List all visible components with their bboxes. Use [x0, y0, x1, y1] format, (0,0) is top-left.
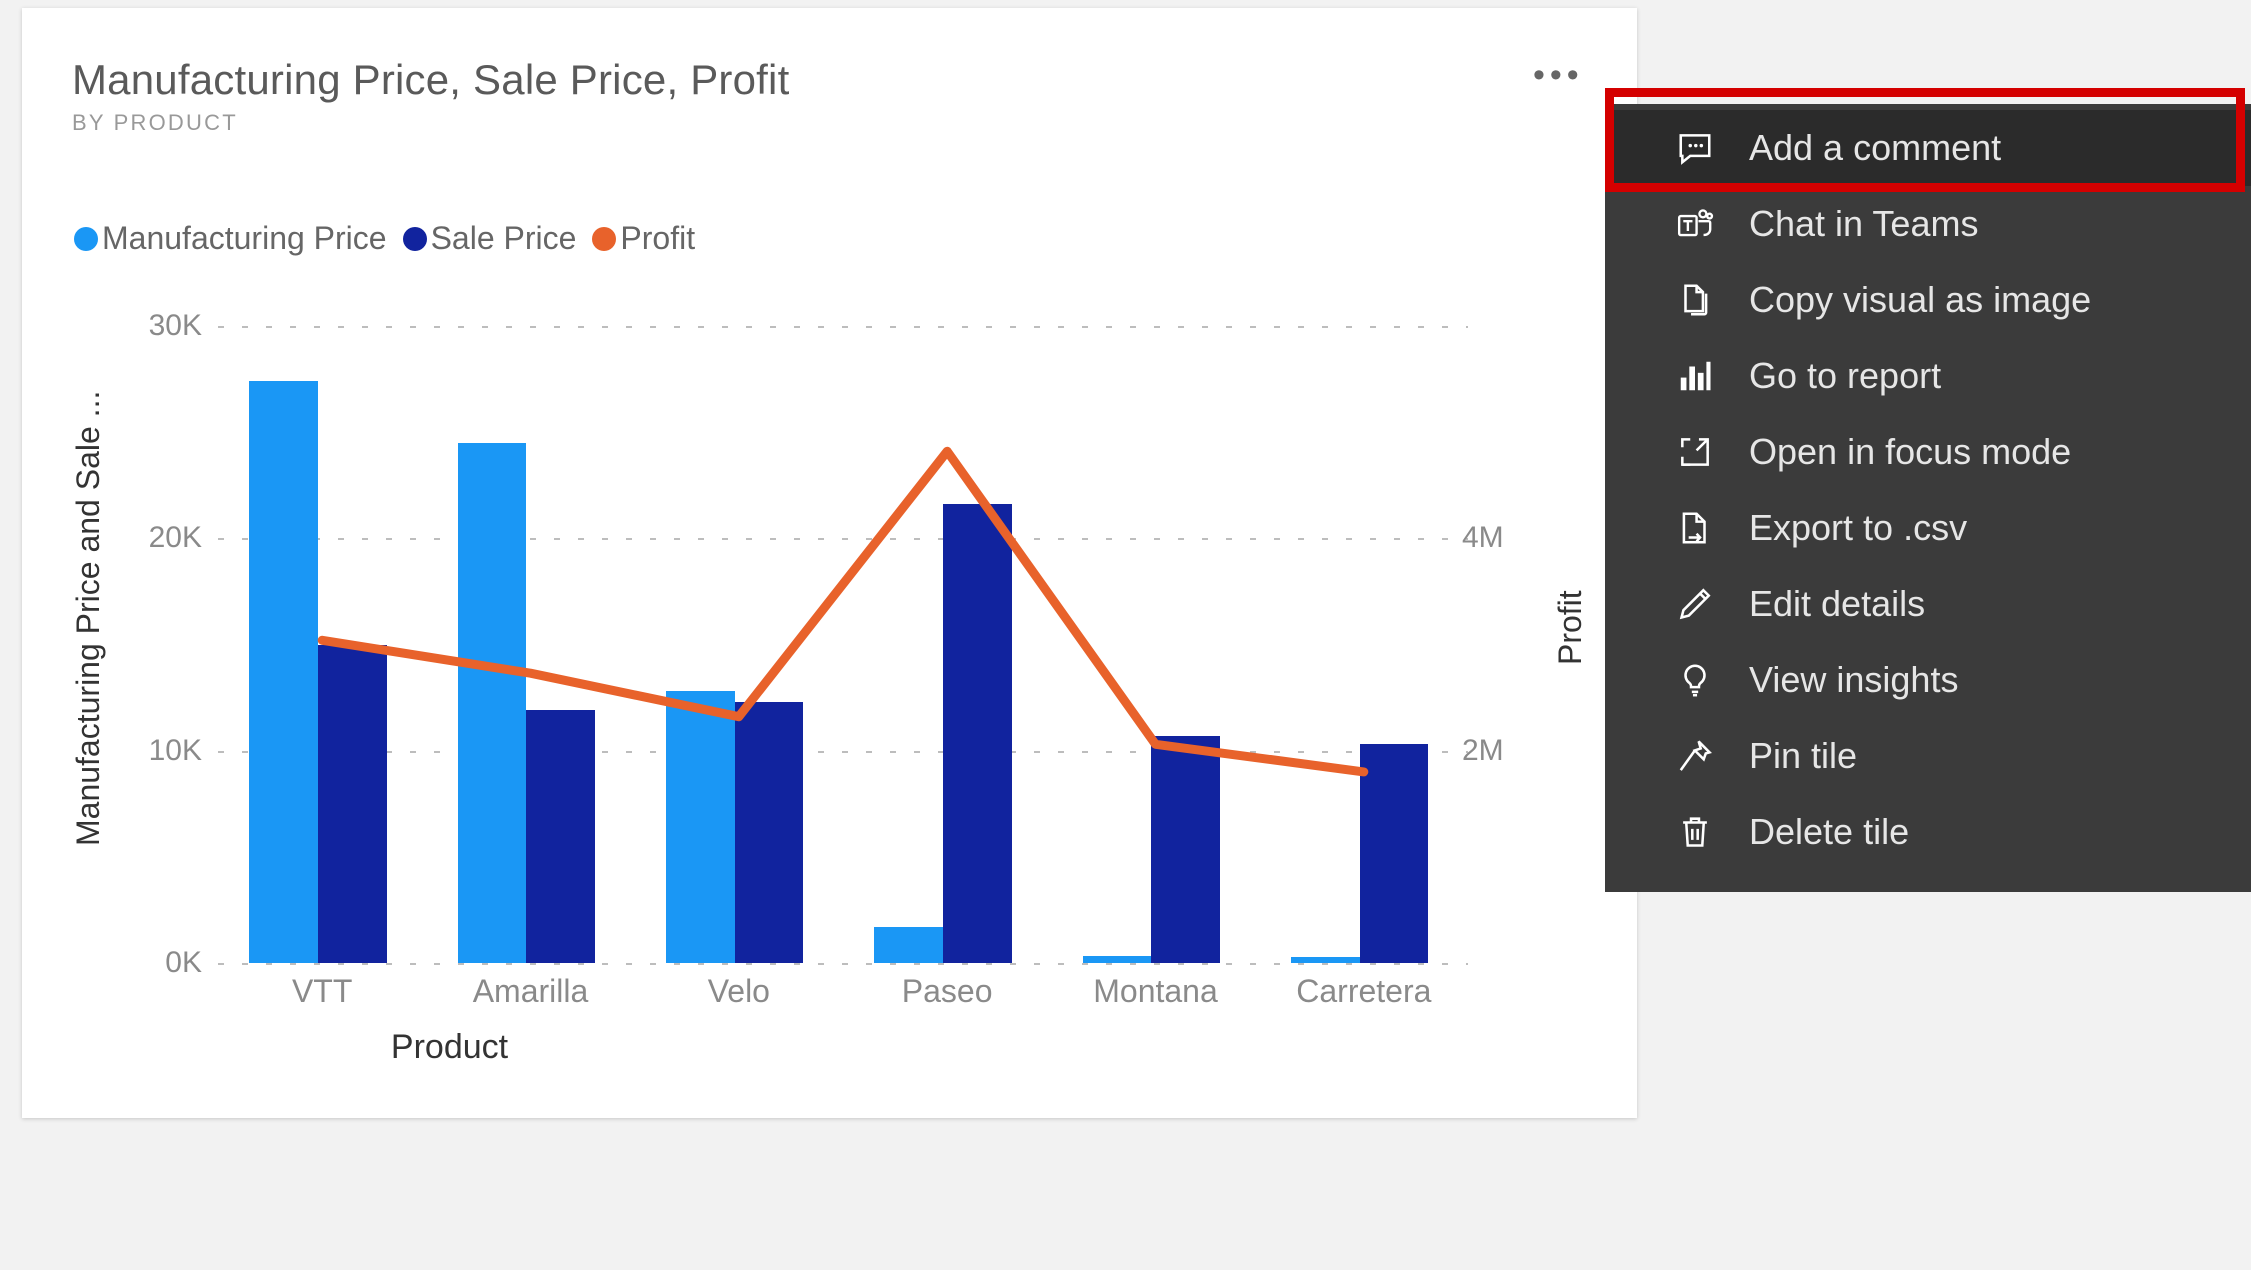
menu-item-copy-visual-as-image[interactable]: Copy visual as image	[1605, 262, 2251, 338]
y-axis-tick-label: 20K	[148, 521, 202, 555]
x-axis-tick-label: Velo	[707, 973, 770, 1009]
menu-item-label: Pin tile	[1749, 735, 1858, 776]
menu-item-label: Edit details	[1749, 583, 1926, 624]
lightbulb-icon	[1667, 657, 1723, 703]
secondary-y-axis-tick-label: 4M	[1462, 521, 1504, 555]
x-axis-title: Product	[22, 1028, 1637, 1067]
menu-item-label: Open in focus mode	[1749, 431, 2072, 472]
y-axis-tick-label: 10K	[148, 733, 202, 767]
x-axis-tick-label: Carretera	[1296, 973, 1432, 1009]
pencil-icon	[1667, 581, 1723, 627]
menu-item-chat-in-teams[interactable]: Chat in Teams	[1605, 186, 2251, 262]
secondary-y-axis-title: Profit	[1552, 590, 1588, 666]
x-axis-tick-label: Montana	[1093, 973, 1218, 1009]
menu-item-export-to-csv[interactable]: Export to .csv	[1605, 490, 2251, 566]
comment-icon	[1667, 125, 1723, 171]
export-file-icon	[1667, 505, 1723, 551]
menu-item-label: Copy visual as image	[1749, 279, 2092, 320]
menu-item-label: Export to .csv	[1749, 507, 1968, 548]
menu-item-pin-tile[interactable]: Pin tile	[1605, 718, 2251, 794]
pin-icon	[1667, 733, 1723, 779]
gridline	[218, 963, 1468, 965]
menu-item-label: Add a comment	[1749, 127, 2002, 168]
menu-item-view-insights[interactable]: View insights	[1605, 642, 2251, 718]
secondary-y-axis-tick-labels: 2M 4M	[1462, 8, 1552, 1118]
profit-line-series	[218, 326, 1468, 963]
focus-mode-icon	[1667, 429, 1723, 475]
menu-item-label: Go to report	[1749, 355, 1942, 396]
tile-context-menu[interactable]: Add a comment Chat in Teams Copy visual as…	[1605, 104, 2251, 892]
copy-icon	[1667, 277, 1723, 323]
menu-item-delete-tile[interactable]: Delete tile	[1605, 794, 2251, 870]
x-axis-tick-label: Paseo	[901, 973, 993, 1009]
y-axis-tick-label: 0K	[165, 946, 202, 979]
secondary-y-axis-tick-label: 2M	[1462, 733, 1504, 767]
menu-item-open-in-focus-mode[interactable]: Open in focus mode	[1605, 414, 2251, 490]
menu-item-label: Chat in Teams	[1749, 203, 1979, 244]
menu-item-edit-details[interactable]: Edit details	[1605, 566, 2251, 642]
y-axis-title: Manufacturing Price and Sale ...	[70, 390, 106, 846]
dashboard-tile[interactable]: Manufacturing Price, Sale Price, Profit …	[22, 8, 1637, 1118]
teams-icon	[1667, 201, 1723, 247]
x-axis-tick-label: Amarilla	[472, 973, 589, 1009]
menu-item-add-a-comment[interactable]: Add a comment	[1605, 110, 2251, 186]
menu-item-label: View insights	[1749, 659, 1959, 700]
x-axis-tick-label: VTT	[291, 973, 353, 1009]
combo-chart[interactable]: Manufacturing Price and Sale ... Profit …	[22, 8, 1637, 1118]
bar-chart-icon	[1667, 353, 1723, 399]
menu-item-label: Delete tile	[1749, 811, 1910, 852]
x-axis-title-text: Product	[390, 1028, 509, 1066]
y-axis-tick-labels: 0K 10K 20K 30K	[122, 8, 202, 1118]
trash-icon	[1667, 809, 1723, 855]
menu-item-go-to-report[interactable]: Go to report	[1605, 338, 2251, 414]
y-axis-tick-label: 30K	[148, 309, 202, 342]
